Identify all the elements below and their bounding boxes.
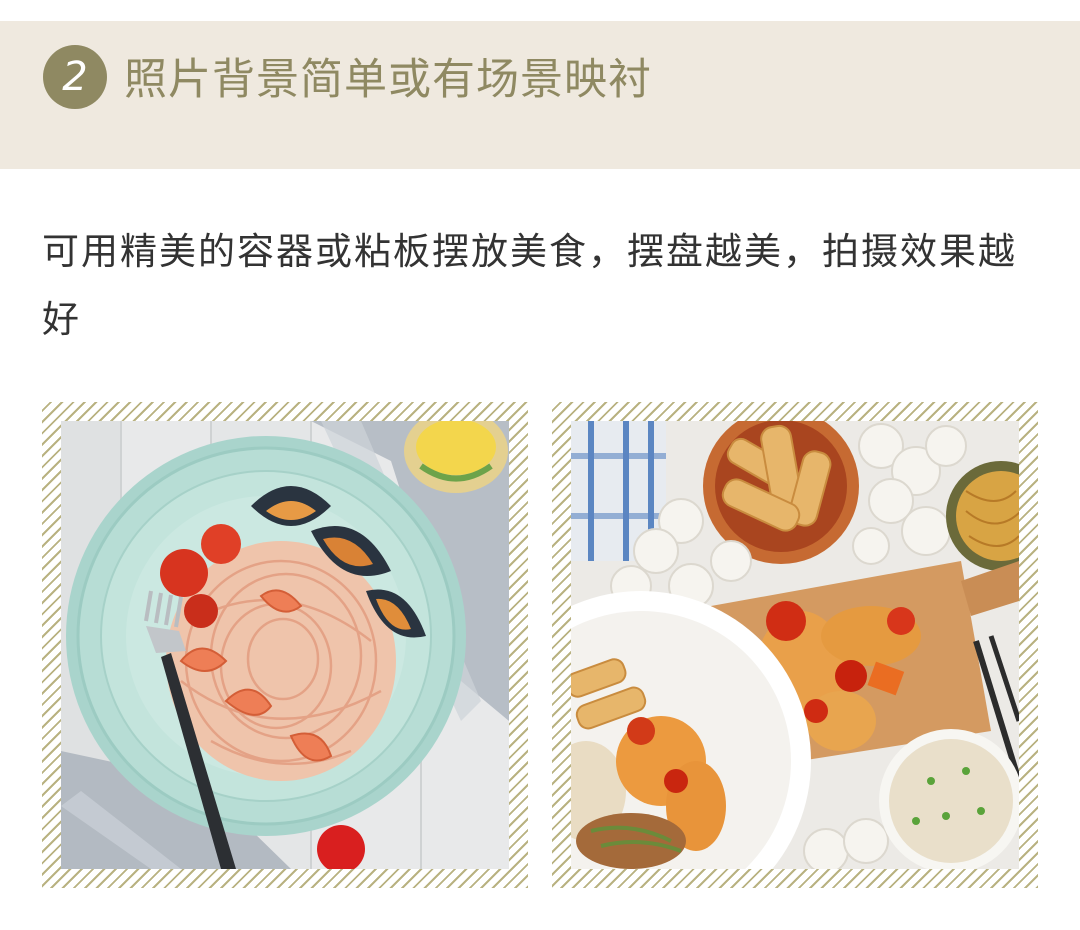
chinese-dishes-photo — [571, 421, 1019, 869]
step-number: 2 — [62, 54, 88, 100]
step-title: 照片背景简单或有场景映衬 — [124, 55, 652, 105]
photo-frame-left — [42, 402, 528, 888]
photo-frame-right — [552, 402, 1038, 888]
step-number-badge: 2 — [43, 45, 107, 109]
pasta-seafood-photo — [61, 421, 509, 869]
step-description: 可用精美的容器或粘板摆放美食，摆盘越美，拍摄效果越好 — [42, 230, 1017, 341]
